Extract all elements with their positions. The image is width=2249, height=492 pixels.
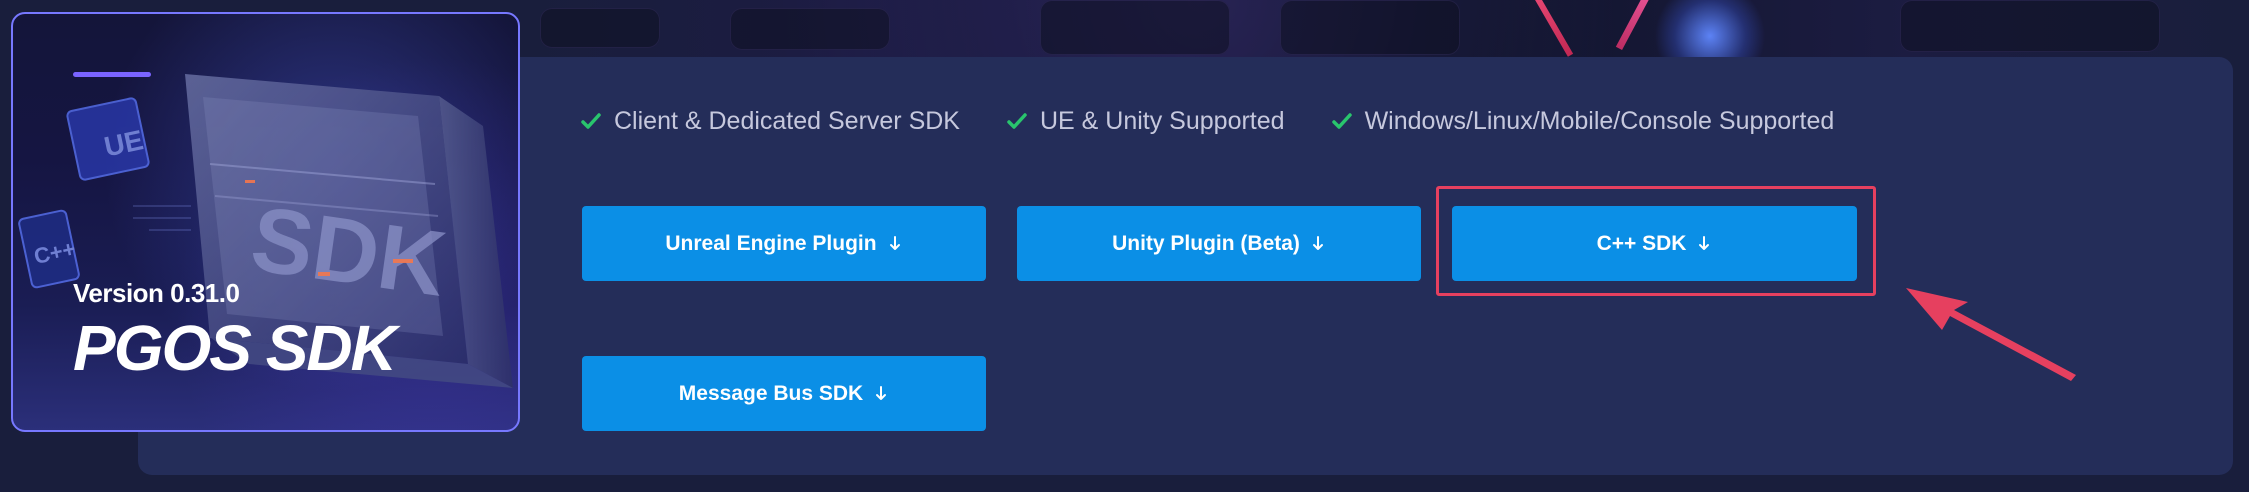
feature-list: Client & Dedicated Server SDK UE & Unity… — [580, 104, 1834, 138]
download-arrow-icon — [889, 235, 900, 250]
cpp-sdk-button[interactable]: C++ SDK — [1452, 206, 1857, 281]
button-label: Unreal Engine Plugin — [665, 231, 877, 255]
hero-title: PGOS SDK — [73, 312, 397, 384]
button-label: Message Bus SDK — [678, 381, 864, 405]
message-bus-sdk-button[interactable]: Message Bus SDK — [582, 356, 986, 431]
download-arrow-icon — [1312, 235, 1323, 250]
version-label: Version 0.31.0 — [73, 278, 240, 308]
feature-label: UE & Unity Supported — [1039, 106, 1285, 135]
background-banner — [520, 0, 2249, 60]
unity-plugin-button[interactable]: Unity Plugin (Beta) — [1017, 206, 1421, 281]
check-icon — [581, 113, 601, 129]
download-arrow-icon — [1699, 235, 1710, 250]
download-arrow-icon — [876, 385, 887, 400]
feature-label: Client & Dedicated Server SDK — [614, 106, 960, 135]
unreal-engine-plugin-button[interactable]: Unreal Engine Plugin — [582, 206, 986, 281]
button-label: C++ SDK — [1596, 231, 1687, 255]
feature-client-server: Client & Dedicated Server SDK — [580, 104, 960, 138]
check-icon — [1007, 113, 1027, 129]
accent-bar — [73, 72, 151, 77]
hero-card: SDK UE C++ Version 0.31.0 PGOS SDK — [11, 12, 520, 432]
feature-label: Windows/Linux/Mobile/Console Supported — [1364, 106, 1835, 135]
feature-engine-support: UE & Unity Supported — [1006, 104, 1285, 138]
button-label: Unity Plugin (Beta) — [1112, 231, 1300, 255]
page: SDK UE C++ Version 0.31.0 PGOS SDK Clien… — [0, 0, 2249, 492]
check-icon — [1331, 113, 1352, 129]
feature-platform-support: Windows/Linux/Mobile/Console Supported — [1331, 104, 1835, 138]
